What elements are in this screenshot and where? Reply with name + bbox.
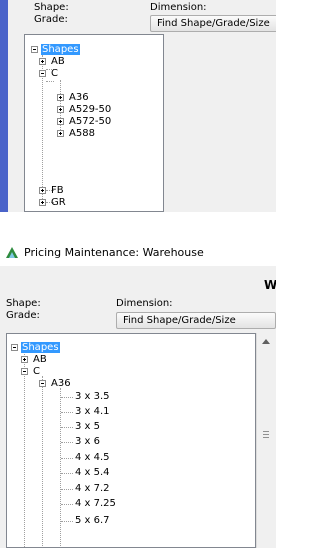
window-edge-accent bbox=[0, 0, 8, 212]
expand-icon[interactable] bbox=[21, 356, 28, 363]
pricing-maintenance-window: Pricing Maintenance: Warehouse W Shape: … bbox=[0, 240, 276, 548]
tree-node-label: AB bbox=[33, 354, 47, 365]
tree-node-label: A529-50 bbox=[69, 104, 112, 115]
app-icon bbox=[6, 247, 18, 258]
expand-icon[interactable] bbox=[39, 187, 46, 194]
find-shape-grade-size-button[interactable]: Find Shape/Grade/Size bbox=[150, 15, 276, 32]
shape-tree[interactable]: Shapes AB C A36 3 x 3.5 3 x 4.1 3 x 5 3 … bbox=[6, 333, 256, 548]
tree-leaf[interactable]: 4 x 4.5 bbox=[75, 452, 110, 464]
tree-node-label: AB bbox=[51, 56, 65, 67]
tree-connector bbox=[61, 473, 73, 474]
tree-connector bbox=[61, 458, 73, 459]
tree-node-label: A572-50 bbox=[69, 116, 112, 127]
tree-node-gr[interactable]: GR bbox=[39, 197, 66, 209]
top-crop-panel: Shape: Grade: Dimension: Find Shape/Grad… bbox=[0, 0, 276, 212]
tree-leaf[interactable]: 5 x 6.7 bbox=[75, 515, 110, 527]
expand-icon[interactable] bbox=[57, 94, 64, 101]
expand-icon[interactable] bbox=[39, 199, 46, 206]
tree-node-c[interactable]: C bbox=[21, 366, 40, 378]
tree-node-a572-50[interactable]: A572-50 bbox=[57, 116, 111, 128]
tree-leaf[interactable]: 4 x 7.25 bbox=[75, 498, 116, 510]
tree-node-label: Shapes bbox=[41, 44, 80, 55]
find-shape-grade-size-button[interactable]: Find Shape/Grade/Size bbox=[116, 312, 276, 329]
tree-node-a36[interactable]: A36 bbox=[57, 92, 89, 104]
tree-node-ab[interactable]: AB bbox=[21, 354, 47, 366]
grade-label: Grade: bbox=[6, 310, 40, 321]
expand-icon[interactable] bbox=[57, 118, 64, 125]
tree-connector bbox=[42, 376, 43, 546]
tree-connector bbox=[61, 412, 73, 413]
tree-leaf[interactable]: 3 x 3.5 bbox=[75, 391, 110, 403]
tree-node-a588[interactable]: A588 bbox=[57, 128, 95, 140]
shape-tree[interactable]: Shapes AB C A36 A529-50 A572-50 A588 FB … bbox=[24, 34, 164, 212]
tree-connector bbox=[61, 427, 73, 428]
tree-node-fb[interactable]: FB bbox=[39, 185, 64, 197]
tree-node-ab[interactable]: AB bbox=[39, 56, 65, 68]
dimension-label: Dimension: bbox=[150, 2, 207, 13]
tree-connector bbox=[61, 489, 73, 490]
tree-node-label: A36 bbox=[51, 378, 71, 389]
tree-leaf[interactable]: 3 x 4.1 bbox=[75, 406, 110, 418]
grade-label: Grade: bbox=[34, 14, 68, 25]
header-letter: W bbox=[264, 278, 276, 292]
tree-connector bbox=[61, 504, 73, 505]
tree-root-shapes[interactable]: Shapes bbox=[31, 44, 80, 56]
tree-node-label: A588 bbox=[69, 128, 95, 139]
collapse-icon[interactable] bbox=[21, 368, 28, 375]
tree-node-label: C bbox=[51, 68, 58, 79]
expand-icon[interactable] bbox=[57, 106, 64, 113]
tree-node-c[interactable]: C bbox=[39, 68, 58, 80]
expand-icon[interactable] bbox=[57, 130, 64, 137]
shape-label: Shape: bbox=[6, 298, 41, 309]
expand-icon[interactable] bbox=[39, 58, 46, 65]
tree-connector bbox=[24, 352, 25, 547]
collapse-icon[interactable] bbox=[39, 70, 46, 77]
tree-leaf[interactable]: 3 x 5 bbox=[75, 421, 100, 433]
scroll-grip-icon[interactable] bbox=[263, 431, 269, 438]
collapse-icon[interactable] bbox=[11, 344, 18, 351]
window-title: Pricing Maintenance: Warehouse bbox=[24, 246, 204, 259]
tree-node-label: FB bbox=[51, 185, 64, 196]
tree-node-a529-50[interactable]: A529-50 bbox=[57, 104, 111, 116]
collapse-icon[interactable] bbox=[31, 46, 38, 53]
tree-node-label: C bbox=[33, 366, 40, 377]
tree-root-shapes[interactable]: Shapes bbox=[11, 342, 60, 354]
tree-connector bbox=[61, 442, 73, 443]
tree-leaf[interactable]: 4 x 5.4 bbox=[75, 467, 110, 479]
title-bar: Pricing Maintenance: Warehouse bbox=[0, 240, 276, 266]
tree-connector bbox=[61, 397, 73, 398]
shape-label: Shape: bbox=[34, 2, 69, 13]
dimension-label: Dimension: bbox=[116, 298, 173, 309]
scroll-up-arrow-icon[interactable] bbox=[262, 338, 270, 344]
tree-node-label: Shapes bbox=[21, 342, 60, 353]
tree-leaf[interactable]: 3 x 6 bbox=[75, 436, 100, 448]
tree-connector bbox=[46, 81, 54, 82]
collapse-icon[interactable] bbox=[39, 380, 46, 387]
tree-node-a36[interactable]: A36 bbox=[39, 378, 71, 390]
tree-node-label: GR bbox=[51, 197, 66, 208]
vertical-scrollbar[interactable] bbox=[256, 333, 276, 548]
filter-panel: Shape: Grade: Dimension: Find Shape/Grad… bbox=[8, 0, 276, 212]
tree-node-label: A36 bbox=[69, 92, 89, 103]
tree-leaf[interactable]: 4 x 7.2 bbox=[75, 483, 110, 495]
tree-connector bbox=[61, 521, 73, 522]
